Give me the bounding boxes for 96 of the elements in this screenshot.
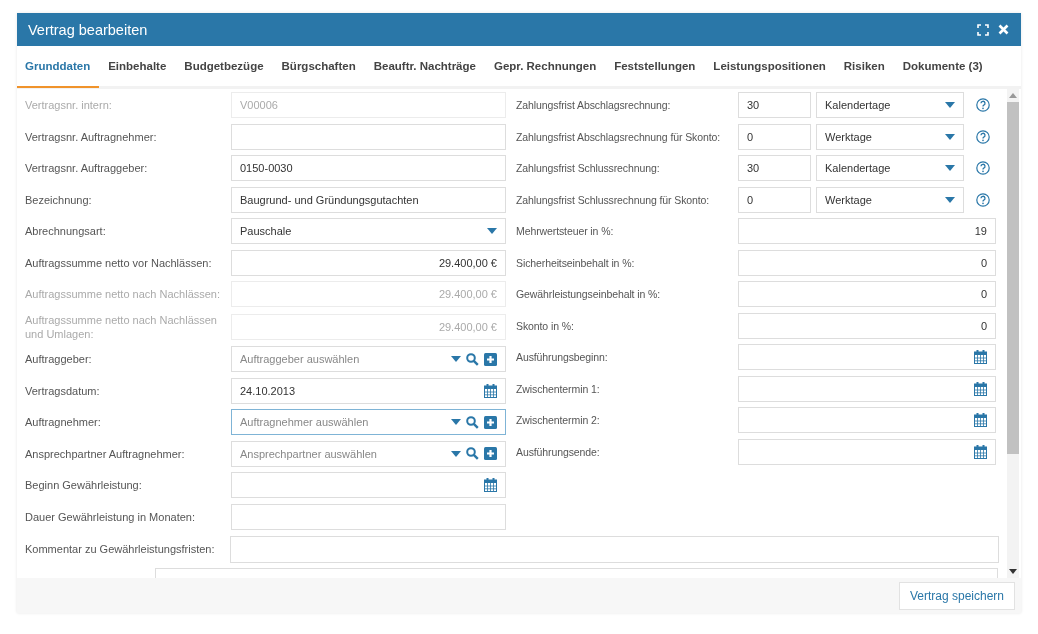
scroll-up-icon[interactable] bbox=[1009, 93, 1017, 98]
tab[interactable]: Leistungspositionen bbox=[705, 46, 835, 88]
caret-icon bbox=[451, 356, 461, 362]
field-label: Auftragssumme netto nach Nachlässen: bbox=[25, 287, 222, 301]
field-label: Bezeichnung: bbox=[25, 192, 93, 207]
caret-icon bbox=[945, 196, 955, 203]
calendar-icon[interactable] bbox=[974, 413, 987, 427]
date-field[interactable]: 24.10.2013 bbox=[231, 377, 506, 404]
field-label: Vertragsnr. Auftragnehmer: bbox=[25, 129, 158, 144]
help-icon[interactable] bbox=[976, 98, 990, 112]
field-label: Ausführungsende: bbox=[516, 444, 601, 459]
field-label: Zahlungsfrist Schlussrechnung für Skonto: bbox=[516, 192, 711, 207]
help-icon[interactable] bbox=[976, 192, 990, 207]
input-field[interactable]: 29.400,00 € bbox=[231, 249, 506, 276]
search-icon[interactable] bbox=[466, 447, 479, 460]
search-icon[interactable] bbox=[466, 352, 479, 366]
tab[interactable]: Beauftr. Nachträge bbox=[365, 46, 485, 88]
dropdown-field[interactable]: Pauschale bbox=[231, 218, 506, 244]
date-field[interactable] bbox=[231, 472, 506, 498]
caret-icon bbox=[945, 165, 955, 171]
search-icon[interactable] bbox=[466, 415, 479, 429]
input-field[interactable]: 30 bbox=[738, 92, 811, 118]
field-label: Zwischentermin 1: bbox=[516, 381, 601, 396]
tab[interactable]: Gepr. Rechnungen bbox=[485, 46, 606, 88]
tab[interactable]: Einbehalte bbox=[100, 46, 176, 88]
tab[interactable]: Dokumente (3) bbox=[894, 46, 992, 88]
dropdown-field[interactable]: Kalendertage bbox=[816, 155, 964, 181]
input-field[interactable] bbox=[231, 503, 506, 530]
field-label: Zahlungsfrist Abschlagsrechnung: bbox=[516, 98, 672, 112]
field-label: Auftragssumme netto nach Nachlässen und Umlagen: bbox=[25, 312, 218, 341]
add-icon[interactable] bbox=[484, 447, 497, 460]
dropdown-field[interactable]: Kalendertage bbox=[816, 92, 964, 118]
field-label: Ansprechpartner Auftragnehmer: bbox=[25, 446, 186, 461]
tab[interactable]: Bürgschaften bbox=[273, 46, 365, 88]
window-title: Vertrag bearbeiten bbox=[28, 21, 149, 38]
field-label: Auftraggeber: bbox=[25, 352, 93, 366]
fullscreen-icon[interactable] bbox=[977, 23, 989, 36]
input-field[interactable]: 0 bbox=[738, 281, 996, 307]
caret-icon bbox=[451, 419, 461, 425]
field-label: Skonto in %: bbox=[516, 318, 575, 333]
close-icon[interactable] bbox=[998, 24, 1009, 35]
field-label: Vertragsnr. intern: bbox=[25, 98, 113, 112]
dropdown-field[interactable]: Werktage bbox=[816, 123, 964, 150]
tab[interactable]: Budgetbezüge bbox=[176, 46, 273, 88]
tab[interactable]: Feststellungen bbox=[606, 46, 705, 88]
field-label: Vertragsdatum: bbox=[25, 383, 101, 398]
field-label: Zahlungsfrist Abschlagsrechnung für Skonto: bbox=[516, 129, 722, 144]
dropdown-field[interactable]: Werktage bbox=[816, 186, 964, 213]
input-field[interactable] bbox=[231, 123, 506, 150]
input-field[interactable]: 19 bbox=[738, 218, 996, 244]
caret-icon bbox=[945, 102, 955, 108]
field-label: Gewährleistungseinbehalt in %: bbox=[516, 287, 662, 301]
field-label: Kommentar zu Gewährleistungsfristen: bbox=[25, 542, 216, 556]
caret-icon bbox=[451, 450, 461, 457]
caret-icon bbox=[487, 228, 497, 234]
calendar-icon[interactable] bbox=[974, 381, 987, 396]
date-field[interactable] bbox=[738, 407, 996, 433]
dropdown-field[interactable]: Auftragnehmer auswählen bbox=[231, 409, 506, 435]
calendar-icon[interactable] bbox=[974, 350, 987, 364]
add-icon[interactable] bbox=[484, 352, 497, 366]
date-field[interactable] bbox=[738, 438, 996, 465]
field-label: Zwischentermin 2: bbox=[516, 413, 601, 427]
help-icon[interactable] bbox=[976, 129, 990, 144]
comment-field[interactable] bbox=[230, 535, 999, 563]
field-label: Vertragsnr. Auftraggeber: bbox=[25, 161, 149, 175]
tab[interactable]: Grunddaten bbox=[17, 46, 100, 88]
input-field[interactable]: 0150-0030 bbox=[231, 155, 506, 181]
caret-icon bbox=[945, 133, 955, 140]
dropdown-field[interactable]: Ansprechpartner auswählen bbox=[231, 440, 506, 467]
date-field[interactable] bbox=[738, 375, 996, 402]
calendar-icon[interactable] bbox=[974, 444, 987, 459]
input-field[interactable]: 0 bbox=[738, 123, 811, 150]
field-label: Auftragnehmer: bbox=[25, 415, 102, 429]
field-label: Dauer Gewährleistung in Monaten: bbox=[25, 509, 196, 524]
input-field[interactable]: 0 bbox=[738, 312, 996, 339]
help-icon[interactable] bbox=[976, 161, 990, 175]
field-label: Ausführungsbeginn: bbox=[516, 350, 609, 364]
input-field[interactable]: Baugrund- und Gründungsgutachten bbox=[231, 186, 506, 213]
input-field[interactable]: 30 bbox=[738, 155, 811, 181]
tab[interactable]: Risiken bbox=[835, 46, 894, 88]
input-field[interactable]: 0 bbox=[738, 249, 996, 276]
input-field[interactable]: 0 bbox=[738, 186, 811, 213]
scroll-down-icon[interactable] bbox=[1009, 569, 1017, 574]
date-field[interactable] bbox=[738, 344, 996, 370]
add-icon[interactable] bbox=[484, 415, 497, 429]
dropdown-field[interactable]: Auftraggeber auswählen bbox=[231, 346, 506, 372]
save-button[interactable]: Vertrag speichern bbox=[898, 581, 1015, 610]
field-label: Beginn Gewährleistung: bbox=[25, 478, 143, 492]
calendar-icon[interactable] bbox=[484, 478, 497, 492]
field-label: Zahlungsfrist Schlussrechnung: bbox=[516, 161, 661, 175]
field-label: Mehrwertsteuer in %: bbox=[516, 224, 615, 238]
field-label: Auftragssumme netto vor Nachlässen: bbox=[25, 255, 213, 270]
calendar-icon[interactable] bbox=[484, 383, 497, 398]
field-label: Sicherheitseinbehalt in %: bbox=[516, 255, 636, 270]
field-label: Abrechnungsart: bbox=[25, 224, 107, 238]
scrollbar[interactable] bbox=[1007, 89, 1019, 578]
